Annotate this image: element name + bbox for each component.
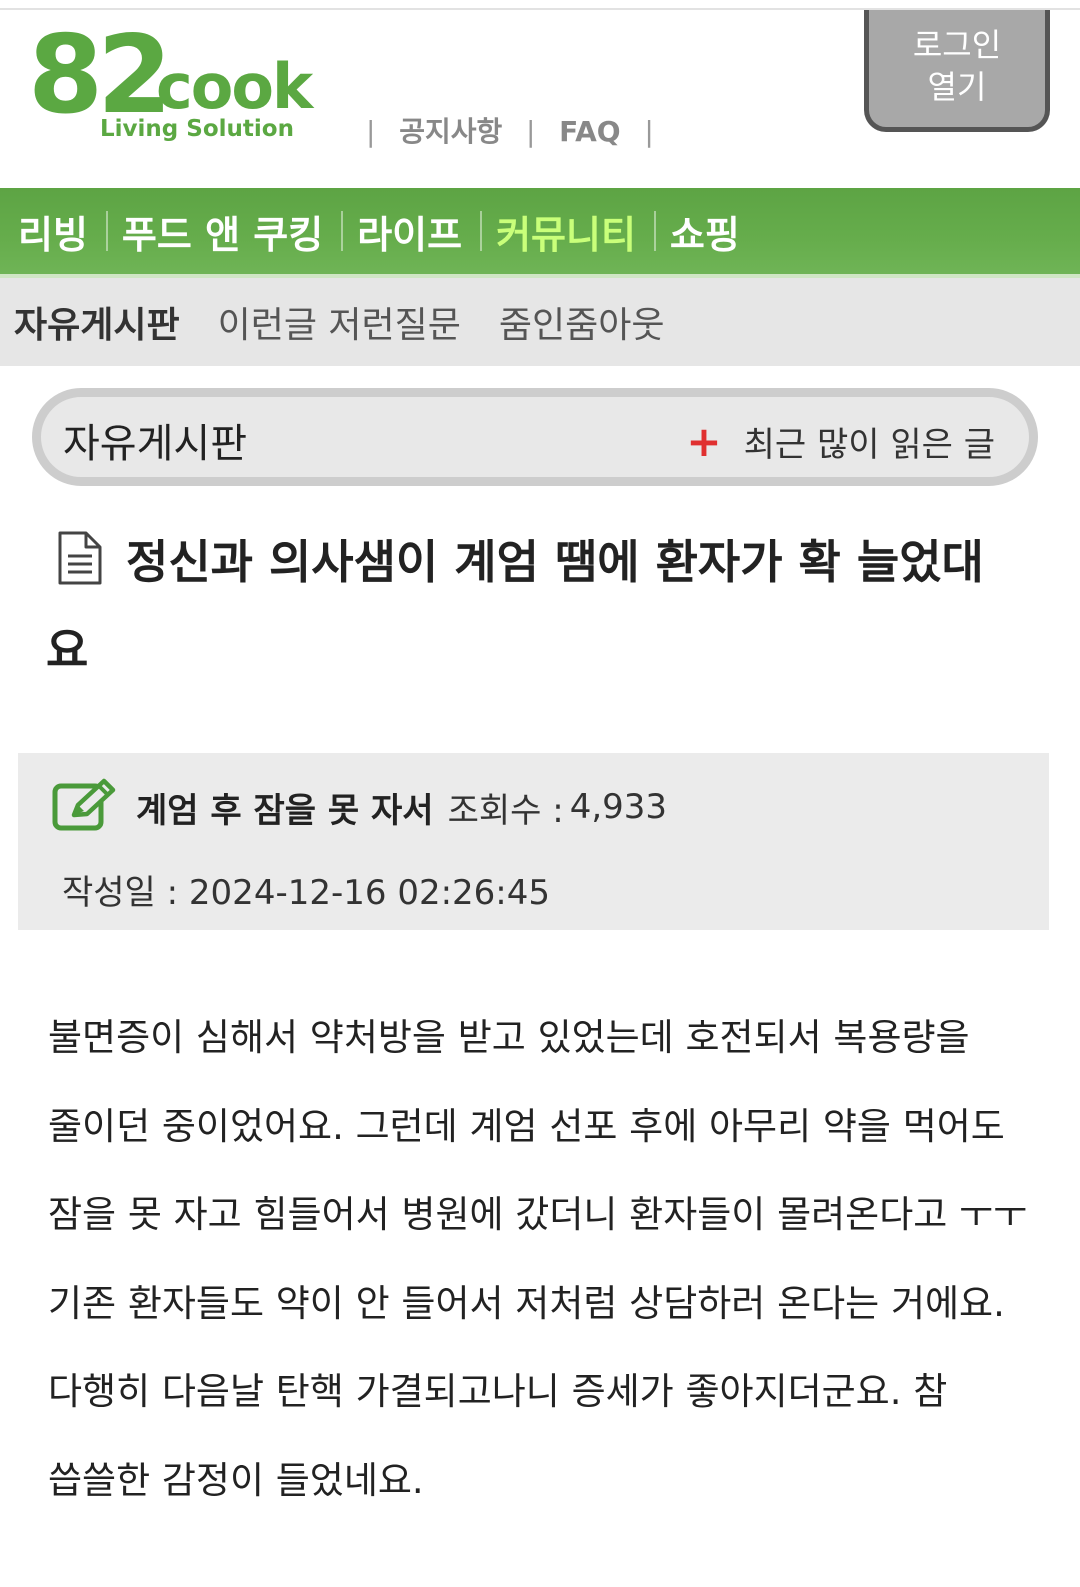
post-title: 정신과 의사샘이 계엄 땜에 환자가 확 늘었대요: [46, 522, 1026, 690]
nav-divider: [480, 211, 483, 251]
logo-tagline: Living Solution: [100, 116, 294, 142]
main-nav-item-life[interactable]: 라이프: [357, 204, 462, 259]
nav-divider: [653, 211, 656, 251]
main-nav-item-food-cooking[interactable]: 푸드 앤 쿠킹: [122, 204, 323, 259]
board-title-bar: 자유게시판 + 최근 많이 읽은 글: [32, 388, 1038, 486]
logo-number: 82: [28, 13, 172, 138]
sub-nav-item-free-board[interactable]: 자유게시판: [14, 296, 180, 348]
views-count: 4,933: [569, 787, 668, 827]
post-author[interactable]: 계엄 후 잠을 못 자서: [136, 783, 434, 832]
main-nav-item-shopping[interactable]: 쇼핑: [670, 204, 740, 259]
main-nav-item-living[interactable]: 리빙: [18, 204, 88, 259]
main-nav-item-community[interactable]: 커뮤니티: [496, 204, 636, 259]
sub-nav-item-zoom[interactable]: 줌인줌아웃: [499, 296, 665, 348]
top-links: | 공지사항 | FAQ |: [352, 110, 668, 150]
nav-divider: [105, 211, 108, 251]
document-icon: [56, 530, 104, 610]
login-label-line2: 열기: [927, 68, 987, 106]
faq-link[interactable]: FAQ: [559, 115, 620, 148]
post-meta: 계엄 후 잠을 못 자서 조회수 : 4,933 작성일 : 2024-12-1…: [18, 753, 1049, 930]
date-label: 작성일 :: [62, 873, 179, 913]
popular-posts-label: 최근 많이 읽은 글: [743, 425, 995, 465]
board-name[interactable]: 자유게시판: [63, 411, 247, 469]
site-header: 82 cook Living Solution | 공지사항 | FAQ | 로…: [0, 10, 1080, 188]
popular-posts-link[interactable]: + 최근 많이 읽은 글: [686, 417, 995, 466]
sub-nav: 자유게시판 이런글 저런질문 줌인줌아웃: [0, 278, 1080, 366]
logo-word: cook: [156, 50, 313, 123]
nav-divider: [341, 211, 344, 251]
edit-icon: [52, 777, 118, 837]
site-logo[interactable]: 82 cook Living Solution: [28, 22, 328, 150]
views-label: 조회수 :: [447, 790, 564, 831]
login-open-button[interactable]: 로그인 열기: [864, 10, 1050, 132]
post-title-text: 정신과 의사샘이 계엄 땜에 환자가 확 늘었대요: [46, 535, 984, 677]
plus-icon: +: [686, 416, 722, 466]
post-date: 2024-12-16 02:26:45: [188, 873, 551, 913]
notice-link[interactable]: 공지사항: [399, 110, 502, 150]
post-date-row: 작성일 : 2024-12-16 02:26:45: [62, 865, 550, 914]
post-body: 불면증이 심해서 약처방을 받고 있었는데 호전되서 복용량을 줄이던 중이었어…: [48, 1016, 1028, 1502]
sub-nav-item-qna[interactable]: 이런글 저런질문: [218, 296, 461, 348]
login-label-line1: 로그인: [912, 26, 1002, 64]
main-nav: 리빙 푸드 앤 쿠킹 라이프 커뮤니티 쇼핑: [0, 188, 1080, 278]
